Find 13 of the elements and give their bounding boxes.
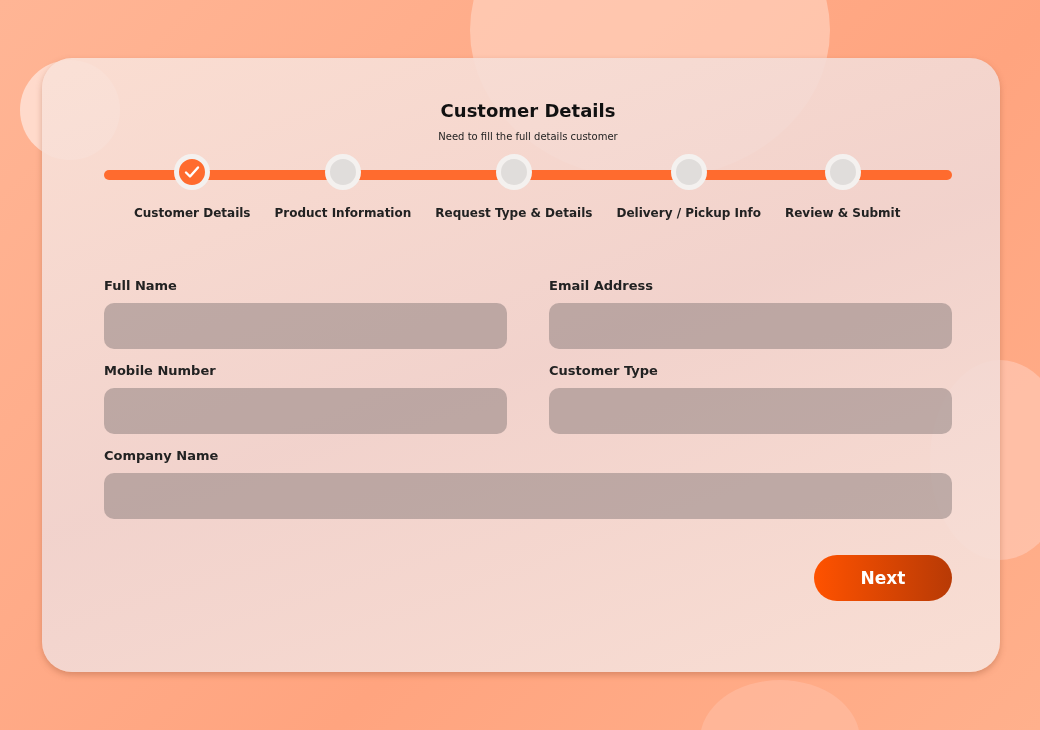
field-label: Full Name bbox=[104, 278, 178, 293]
next-button[interactable]: Next bbox=[814, 555, 952, 601]
step-label: Delivery / Pickup Info bbox=[616, 206, 761, 220]
form-title: Customer Details bbox=[440, 100, 616, 121]
step-label: Review & Submit bbox=[785, 206, 901, 220]
field-label: Email Address bbox=[549, 278, 654, 293]
field-label: Mobile Number bbox=[104, 363, 217, 378]
step-label: Product Information bbox=[274, 206, 412, 220]
step-label: Request Type & Details bbox=[435, 206, 593, 220]
step-label: Customer Details bbox=[134, 206, 251, 220]
field-label: Company Name bbox=[104, 448, 220, 463]
field-label: Customer Type bbox=[549, 363, 659, 378]
form-subtitle: Need to fill the full details customer bbox=[438, 131, 618, 142]
